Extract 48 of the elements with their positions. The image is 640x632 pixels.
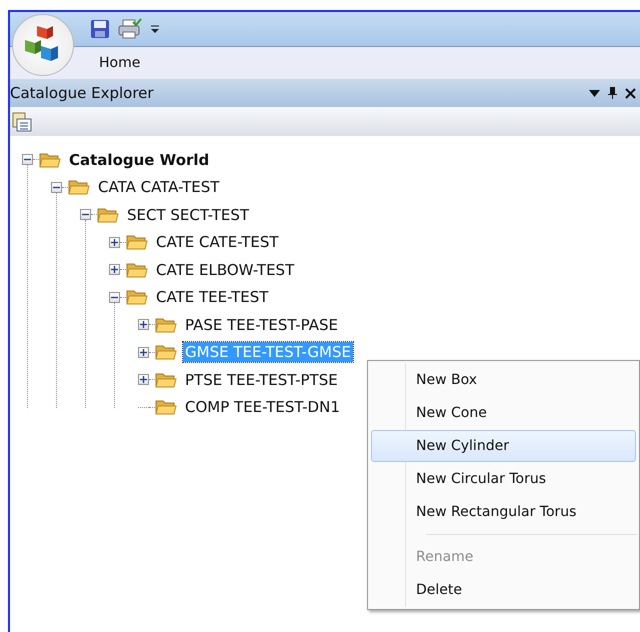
menu-item[interactable]: New Box <box>371 364 636 396</box>
expand-toggle[interactable] <box>138 346 149 358</box>
dropdown-icon[interactable] <box>150 24 160 34</box>
properties-icon[interactable] <box>12 112 32 132</box>
tree-item[interactable]: PASE TEE-TEST-PASE <box>183 314 340 335</box>
folder-icon <box>155 316 177 334</box>
menu-item[interactable]: New Cylinder <box>371 430 636 462</box>
collapse-toggle[interactable] <box>22 154 33 166</box>
expand-toggle[interactable] <box>138 374 149 386</box>
folder-icon <box>155 343 177 362</box>
tree-item[interactable]: PTSE TEE-TEST-PTSE <box>183 370 340 390</box>
pin-icon[interactable] <box>608 87 617 99</box>
collapse-toggle[interactable] <box>51 182 62 193</box>
panel-title: Catalogue Explorer <box>10 84 154 102</box>
expand-toggle[interactable] <box>109 264 120 276</box>
folder-icon <box>97 206 119 224</box>
plus-icon <box>111 238 118 246</box>
plus-icon <box>140 376 147 384</box>
menu-item[interactable]: New Cone <box>371 397 636 429</box>
folder-icon <box>126 260 148 279</box>
folder-icon <box>126 288 148 306</box>
expand-toggle[interactable] <box>109 236 120 248</box>
tree-item[interactable]: COMP TEE-TEST-DN1 <box>183 397 342 418</box>
folder-icon <box>39 150 61 169</box>
menu-item[interactable]: New Rectangular Torus <box>371 496 636 528</box>
printer-icon[interactable] <box>118 18 142 40</box>
collapse-toggle[interactable] <box>80 209 91 220</box>
plus-icon <box>111 266 118 274</box>
folder-icon <box>68 178 90 196</box>
tree-item[interactable]: CATE TEE-TEST <box>154 287 270 308</box>
tree-item[interactable]: CATE ELBOW-TEST <box>154 260 296 280</box>
menu-item[interactable]: Delete <box>371 574 636 606</box>
ribbon-tab[interactable]: Home <box>95 53 144 73</box>
collapse-toggle[interactable] <box>109 292 120 303</box>
expand-toggle[interactable] <box>138 319 149 330</box>
folder-icon <box>155 370 177 389</box>
tree-item[interactable]: CATA CATA-TEST <box>96 177 222 198</box>
folder-icon <box>126 233 148 252</box>
plus-icon <box>140 348 147 356</box>
folder-icon <box>155 398 177 416</box>
menu-item[interactable]: New Circular Torus <box>371 463 636 495</box>
tree-item[interactable]: SECT SECT-TEST <box>125 204 252 225</box>
close-icon[interactable] <box>625 88 636 98</box>
dropdown-icon[interactable] <box>589 90 600 96</box>
save-icon[interactable] <box>90 19 110 39</box>
tree-item[interactable]: Catalogue World <box>67 150 212 170</box>
plus-icon <box>140 321 147 328</box>
tree-item[interactable]: CATE CATE-TEST <box>154 232 281 252</box>
